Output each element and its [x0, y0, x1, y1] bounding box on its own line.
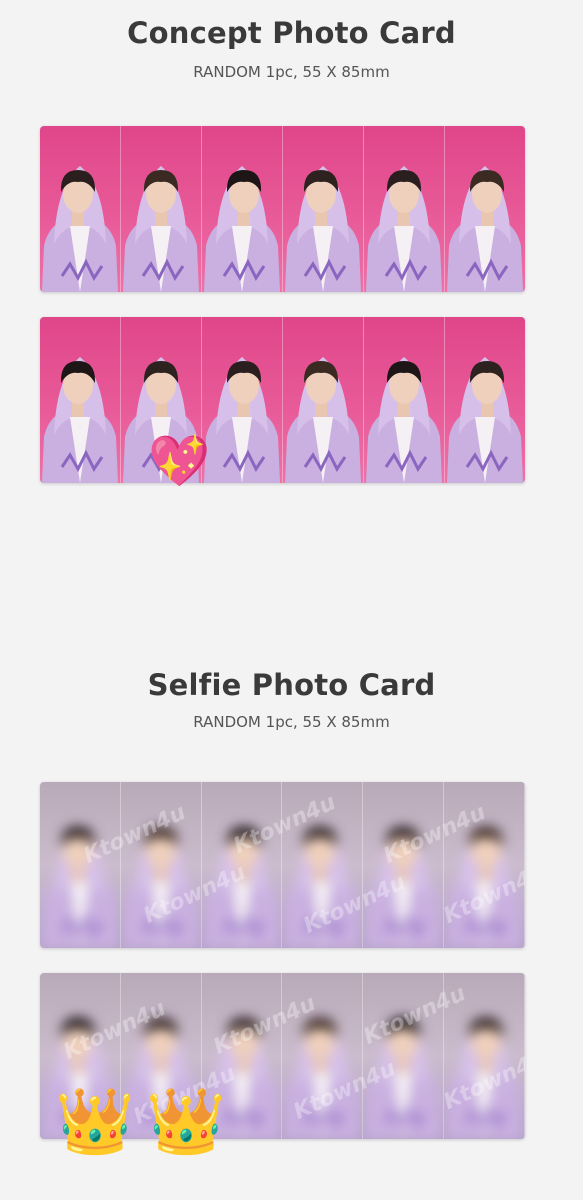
concept-photo-card[interactable] — [40, 317, 121, 483]
selfie-section-subtitle: RANDOM 1pc, 55 X 85mm — [193, 713, 390, 731]
concept-photo-card[interactable] — [202, 317, 283, 483]
concept-photo-card[interactable] — [445, 126, 525, 292]
concept-photo-card[interactable] — [121, 126, 202, 292]
concept-photo-card[interactable] — [283, 317, 364, 483]
concept-photo-card[interactable] — [364, 126, 445, 292]
concept-section-title: Concept Photo Card — [127, 16, 456, 50]
selfie-section-title: Selfie Photo Card — [147, 668, 436, 702]
selfie-photo-card[interactable] — [444, 973, 525, 1139]
concept-photo-card[interactable] — [40, 126, 121, 292]
selfie-photo-card[interactable] — [40, 782, 121, 948]
concept-photo-card[interactable] — [202, 126, 283, 292]
selfie-card-row-1: Ktown4u Ktown4u Ktown4u Ktown4u Ktown4u … — [40, 782, 525, 948]
selfie-photo-card[interactable] — [282, 973, 364, 1139]
concept-photo-card[interactable] — [283, 126, 364, 292]
concept-photo-card[interactable] — [445, 317, 525, 483]
concept-section-subtitle: RANDOM 1pc, 55 X 85mm — [193, 63, 390, 81]
concept-card-row-1 — [40, 126, 525, 292]
selfie-photo-card[interactable] — [120, 782, 202, 948]
concept-card-row-2 — [40, 317, 525, 483]
selfie-photo-card[interactable] — [201, 782, 283, 948]
sparkling-heart-sticker: 💖 — [148, 432, 211, 490]
crown-sticker: 👑 — [55, 1085, 135, 1159]
selfie-photo-card[interactable] — [363, 973, 445, 1139]
concept-photo-card[interactable] — [364, 317, 445, 483]
selfie-photo-card[interactable] — [444, 782, 525, 948]
selfie-photo-card[interactable] — [282, 782, 364, 948]
crown-sticker: 👑 — [146, 1085, 226, 1159]
selfie-photo-card[interactable] — [363, 782, 445, 948]
